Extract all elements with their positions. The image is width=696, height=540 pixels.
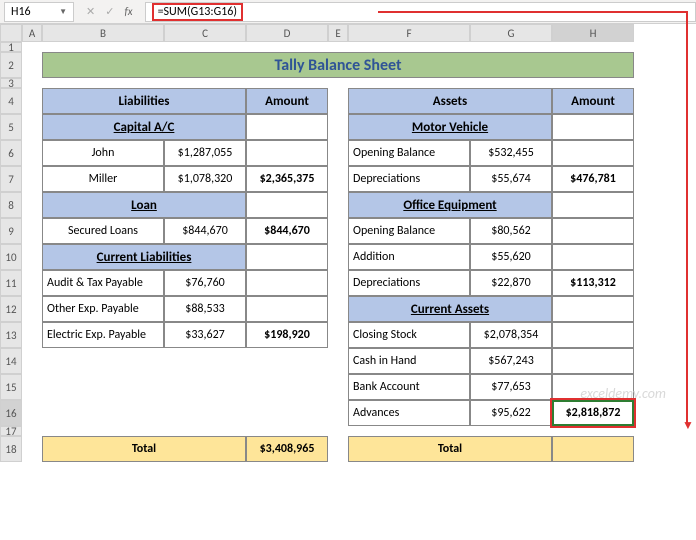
office-row-name: Opening Balance: [348, 218, 470, 244]
office-header: Office Equipment: [348, 192, 552, 218]
curr-asset-val: $2,078,354: [470, 322, 552, 348]
row-5[interactable]: 5: [0, 114, 22, 140]
cancel-icon[interactable]: ✕: [86, 5, 95, 18]
row-4[interactable]: 4: [0, 88, 22, 114]
liab-total-label: Total: [42, 436, 246, 462]
row-6[interactable]: 6: [0, 140, 22, 166]
formula-text: =SUM(G13:G16): [152, 3, 243, 21]
liab-total: $3,408,965: [246, 436, 328, 462]
row-3[interactable]: 3: [0, 78, 22, 88]
col-B[interactable]: B: [42, 24, 164, 42]
curr-liab-val: $88,533: [164, 296, 246, 322]
curr-assets-header: Current Assets: [348, 296, 552, 322]
col-G[interactable]: G: [470, 24, 552, 42]
row-17[interactable]: 17: [0, 426, 22, 436]
motor-row-val: $532,455: [470, 140, 552, 166]
row-13[interactable]: 13: [0, 322, 22, 348]
curr-asset-val: $95,622: [470, 400, 552, 426]
row-1[interactable]: 1: [0, 42, 22, 52]
capital-subtotal: $2,365,375: [246, 166, 328, 192]
office-row-val: $80,562: [470, 218, 552, 244]
cell-reference: H16: [11, 5, 31, 19]
row-15[interactable]: 15: [0, 374, 22, 400]
col-D[interactable]: D: [246, 24, 328, 42]
curr-liab-subtotal: $198,920: [246, 322, 328, 348]
office-subtotal: $113,312: [552, 270, 634, 296]
col-E[interactable]: E: [328, 24, 348, 42]
curr-liab-name: Other Exp. Payable: [42, 296, 164, 322]
row-9[interactable]: 9: [0, 218, 22, 244]
office-row-val: $55,620: [470, 244, 552, 270]
capital-row-name: Miller: [42, 166, 164, 192]
curr-asset-name: Advances: [348, 400, 470, 426]
selected-cell-H16[interactable]: $2,818,872: [552, 400, 634, 426]
col-A[interactable]: A: [22, 24, 42, 42]
assets-total-label: Total: [348, 436, 552, 462]
curr-liab-header: Current Liabilities: [42, 244, 246, 270]
curr-liab-val: $33,627: [164, 322, 246, 348]
chevron-down-icon[interactable]: ▼: [59, 7, 67, 17]
row-2[interactable]: 2: [0, 52, 22, 78]
row-14[interactable]: 14: [0, 348, 22, 374]
col-C[interactable]: C: [164, 24, 246, 42]
row-10[interactable]: 10: [0, 244, 22, 270]
curr-asset-name: Cash in Hand: [348, 348, 470, 374]
motor-row-name: Opening Balance: [348, 140, 470, 166]
select-all-corner[interactable]: [0, 24, 22, 42]
curr-asset-val: $77,653: [470, 374, 552, 400]
row-18[interactable]: 18: [0, 436, 22, 462]
capital-row-name: John: [42, 140, 164, 166]
loan-header: Loan: [42, 192, 246, 218]
liab-amount-header: Amount: [246, 88, 328, 114]
accept-icon[interactable]: ✓: [105, 5, 114, 18]
row-16[interactable]: 16: [0, 400, 22, 426]
motor-header: Motor Vehicle: [348, 114, 552, 140]
office-row-name: Addition: [348, 244, 470, 270]
capital-header: Capital A/C: [42, 114, 246, 140]
sheet-title: Tally Balance Sheet: [42, 52, 634, 78]
spreadsheet-grid[interactable]: A B C D E F G H 1 2 3 4 5 6 7 8 9 10 11 …: [0, 24, 696, 462]
office-row-name: Depreciations: [348, 270, 470, 296]
curr-asset-val: $567,243: [470, 348, 552, 374]
assets-header: Assets: [348, 88, 552, 114]
capital-row-val: $1,078,320: [164, 166, 246, 192]
curr-liab-name: Electric Exp. Payable: [42, 322, 164, 348]
row-12[interactable]: 12: [0, 296, 22, 322]
curr-asset-name: Bank Account: [348, 374, 470, 400]
liabilities-header: Liabilities: [42, 88, 246, 114]
motor-subtotal: $476,781: [552, 166, 634, 192]
row-7[interactable]: 7: [0, 166, 22, 192]
office-row-val: $22,870: [470, 270, 552, 296]
curr-liab-val: $76,760: [164, 270, 246, 296]
row-11[interactable]: 11: [0, 270, 22, 296]
loan-row-val: $844,670: [164, 218, 246, 244]
loan-row-name: Secured Loans: [42, 218, 164, 244]
curr-asset-name: Closing Stock: [348, 322, 470, 348]
formula-icons: ✕ ✓ fx: [74, 5, 145, 18]
name-box[interactable]: H16 ▼: [4, 2, 74, 22]
row-8[interactable]: 8: [0, 192, 22, 218]
fx-icon[interactable]: fx: [124, 5, 132, 18]
col-F[interactable]: F: [348, 24, 470, 42]
col-H[interactable]: H: [552, 24, 634, 42]
assets-total: [552, 436, 634, 462]
capital-row-val: $1,287,055: [164, 140, 246, 166]
motor-row-val: $55,674: [470, 166, 552, 192]
loan-subtotal: $844,670: [246, 218, 328, 244]
motor-row-name: Depreciations: [348, 166, 470, 192]
assets-amount-header: Amount: [552, 88, 634, 114]
curr-liab-name: Audit & Tax Payable: [42, 270, 164, 296]
